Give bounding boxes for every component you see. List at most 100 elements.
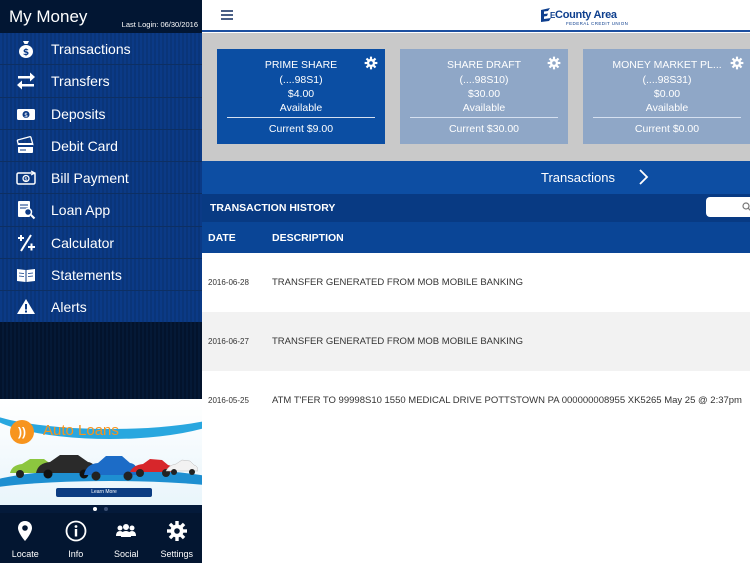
account-number: (....98S10)	[459, 74, 509, 86]
sidebar-item-debit-card[interactable]: Debit Card	[0, 129, 202, 163]
sidebar-item-label: Alerts	[51, 299, 87, 316]
available-balance: $4.00	[287, 88, 315, 100]
sidebar: My Money Last Login: 06/30/2016 $ Transa…	[0, 0, 202, 563]
bottom-nav-label: Info	[68, 549, 84, 559]
svg-text:$: $	[24, 112, 28, 119]
sidebar-filler	[0, 322, 202, 399]
logo-text: ECounty Area	[550, 9, 617, 21]
page-dot-active[interactable]	[93, 507, 97, 511]
sidebar-item-label: Transactions	[51, 41, 131, 57]
bottom-nav-settings[interactable]: Settings	[152, 513, 203, 563]
available-label: Available	[645, 102, 689, 114]
info-icon	[65, 520, 87, 542]
current-balance: Current $30.00	[448, 123, 520, 135]
sidebar-item-transactions[interactable]: $ Transactions	[0, 33, 202, 66]
bill-payment-icon: $	[16, 170, 36, 185]
camera-deposit-icon: $	[17, 108, 35, 120]
hamburger-menu-icon[interactable]	[221, 10, 233, 20]
alert-icon	[17, 299, 35, 315]
available-label: Available	[462, 102, 506, 114]
column-header-description[interactable]: DESCRIPTION	[272, 232, 344, 244]
account-card-prime-share[interactable]: PRIME SHARE (....98S1) $4.00 Available C…	[217, 49, 385, 144]
available-balance: $30.00	[467, 88, 501, 100]
bottom-nav-label: Social	[113, 549, 139, 559]
bottom-nav-label: Settings	[160, 549, 194, 559]
credit-union-logo: ECounty Area FEDERAL CREDIT UNION	[540, 6, 628, 28]
top-bar: ECounty Area FEDERAL CREDIT UNION	[202, 0, 750, 32]
sidebar-item-deposits[interactable]: $ Deposits	[0, 97, 202, 130]
table-row[interactable]: 2016-05-25 ATM T'FER TO 99998S10 1550 ME…	[202, 371, 750, 430]
transaction-description: ATM T'FER TO 99998S10 1550 MEDICAL DRIVE…	[272, 395, 742, 406]
account-name: PRIME SHARE	[264, 59, 338, 71]
card-divider	[410, 117, 558, 118]
card-divider	[227, 117, 375, 118]
chevron-right-icon[interactable]	[637, 169, 649, 185]
sidebar-item-calculator[interactable]: Calculator	[0, 226, 202, 260]
money-bag-icon: $	[19, 41, 33, 58]
table-row[interactable]: 2016-06-27 TRANSFER GENERATED FROM MOB M…	[202, 312, 750, 371]
ad-title: Auto Loans	[43, 422, 119, 439]
sidebar-item-label: Transfers	[51, 73, 110, 90]
location-pin-icon	[18, 521, 33, 541]
table-row[interactable]: 2016-06-28 TRANSFER GENERATED FROM MOB M…	[202, 253, 750, 312]
bottom-nav-locate[interactable]: Locate	[0, 513, 51, 563]
auto-loans-ad-banner[interactable]: )) Auto Loans Learn More	[0, 399, 202, 505]
sidebar-item-statements[interactable]: Statements	[0, 259, 202, 292]
bottom-nav-label: Locate	[11, 549, 39, 559]
page-dot[interactable]	[104, 507, 108, 511]
logo-subtext: FEDERAL CREDIT UNION	[566, 21, 629, 26]
gear-icon	[166, 521, 187, 541]
statements-book-icon	[17, 269, 35, 283]
cars-image-icon	[10, 455, 198, 481]
account-number: (....98S1)	[279, 74, 323, 86]
transaction-history-header: TRANSACTION HISTORY	[202, 194, 750, 222]
bottom-nav-social[interactable]: Social	[101, 513, 152, 563]
ad-pagination-dots	[0, 505, 202, 513]
svg-text:$: $	[24, 177, 27, 183]
loan-app-icon	[18, 201, 36, 220]
transfer-arrows-icon	[17, 72, 35, 90]
sidebar-item-loan-app[interactable]: Loan App	[0, 194, 202, 227]
sidebar-item-alerts[interactable]: Alerts	[0, 291, 202, 324]
sidebar-item-transfers[interactable]: Transfers	[0, 65, 202, 98]
available-label: Available	[279, 102, 323, 114]
current-balance: Current $9.00	[268, 123, 334, 135]
account-name: MONEY MARKET PL...	[612, 59, 722, 71]
transaction-date: 2016-06-27	[208, 337, 249, 346]
last-login-text: Last Login: 06/30/2016	[121, 20, 198, 29]
account-name: SHARE DRAFT	[446, 59, 522, 71]
sidebar-item-bill-payment[interactable]: $ Bill Payment	[0, 162, 202, 195]
calculator-icon	[18, 234, 35, 252]
ad-badge-icon: ))	[10, 420, 34, 444]
sidebar-item-label: Deposits	[51, 105, 106, 122]
sidebar-menu: $ Transactions Transfers $ Deposits Debi…	[0, 33, 202, 324]
account-cards: PRIME SHARE (....98S1) $4.00 Available C…	[202, 33, 750, 161]
sidebar-item-label: Debit Card	[51, 137, 118, 154]
social-people-icon	[116, 524, 137, 537]
account-number: (....98S31)	[642, 74, 692, 86]
sidebar-item-label: Calculator	[51, 234, 115, 251]
transactions-nav-bar[interactable]: Transactions	[202, 161, 750, 194]
transaction-date: 2016-06-28	[208, 278, 249, 287]
transactions-bar-label: Transactions	[541, 170, 615, 185]
transaction-date: 2016-05-25	[208, 396, 249, 405]
search-icon	[742, 202, 750, 211]
sidebar-item-label: Statements	[51, 267, 122, 284]
svg-text:$: $	[23, 48, 29, 58]
main-content: ECounty Area FEDERAL CREDIT UNION PRIME …	[202, 0, 750, 563]
sidebar-item-label: Bill Payment	[51, 170, 129, 187]
account-card-share-draft[interactable]: SHARE DRAFT (....98S10) $30.00 Available…	[400, 49, 568, 144]
account-card-money-market[interactable]: MONEY MARKET PL... (....98S31) $0.00 Ava…	[583, 49, 750, 144]
transaction-description: TRANSFER GENERATED FROM MOB MOBILE BANKI…	[272, 277, 524, 288]
sidebar-item-label: Loan App	[51, 202, 111, 219]
search-input[interactable]	[706, 197, 750, 217]
transaction-description: TRANSFER GENERATED FROM MOB MOBILE BANKI…	[272, 336, 524, 347]
column-header-date[interactable]: DATE	[208, 232, 236, 244]
learn-more-button[interactable]: Learn More	[56, 488, 152, 497]
sidebar-header: My Money Last Login: 06/30/2016	[0, 0, 202, 33]
bottom-nav-info[interactable]: Info	[51, 513, 102, 563]
available-balance: $0.00	[653, 88, 681, 100]
card-divider	[593, 117, 741, 118]
table-column-headers: DATE DESCRIPTION	[202, 222, 750, 253]
sidebar-title: My Money	[9, 7, 88, 26]
